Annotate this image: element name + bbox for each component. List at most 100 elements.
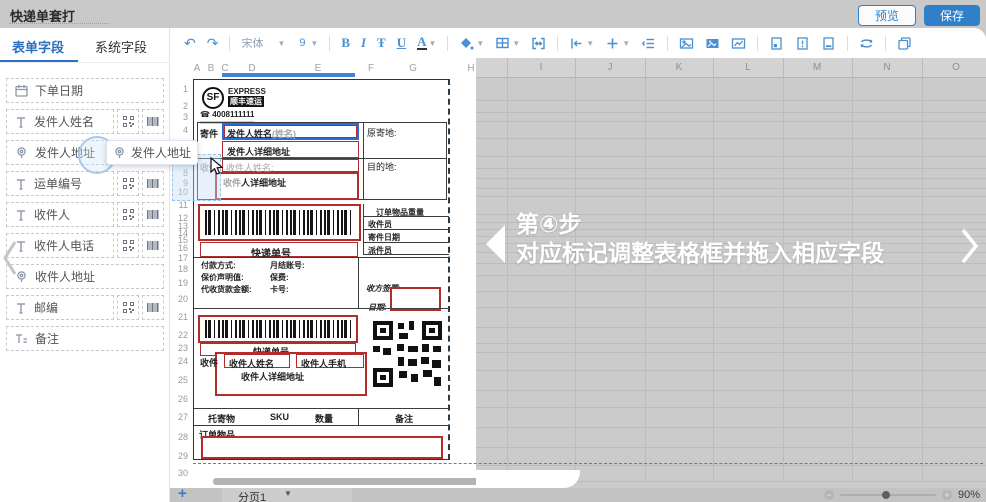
waybill2-barcode-cell[interactable] — [198, 315, 358, 343]
receiver2-addr: 收件人详细地址 — [241, 370, 304, 383]
column-header[interactable]: H — [467, 63, 474, 74]
tab-system-fields[interactable]: 系统字段 — [95, 37, 147, 56]
chevron-down-icon[interactable]: ▼ — [284, 489, 292, 498]
italic-button[interactable]: I — [361, 35, 366, 51]
collapse-sidebar-icon[interactable] — [1, 238, 19, 278]
label-template[interactable]: SF EXPRESS 顺丰速运 ☎ 4008111111 寄件 发件人姓名(姓名… — [193, 79, 450, 460]
qr-option-icon[interactable] — [117, 295, 139, 320]
sidebar-field[interactable]: 收件人地址 — [6, 264, 164, 289]
underline-button[interactable]: U — [397, 35, 406, 51]
qr-option-icon[interactable] — [117, 202, 139, 227]
barcode-option-icon[interactable] — [142, 233, 164, 258]
sidebar-field[interactable]: 收件人电话 — [6, 233, 114, 258]
receiver-address-cell[interactable]: 收件人详细地址 — [215, 172, 359, 200]
row-header[interactable]: 25 — [170, 375, 188, 385]
gridline — [476, 100, 986, 101]
barcode-option-icon[interactable] — [142, 171, 164, 196]
doc-color-icon[interactable] — [769, 36, 784, 51]
row-header[interactable]: 26 — [170, 394, 188, 404]
image-chart-icon[interactable] — [731, 36, 746, 51]
barcode-option-icon[interactable] — [142, 109, 164, 134]
design-canvas[interactable]: ABCDEFGH 1234678910111213141516171819202… — [170, 58, 476, 488]
next-step-arrow-icon[interactable] — [960, 227, 980, 265]
save-button[interactable]: 保存 — [924, 5, 980, 26]
prev-step-arrow-icon[interactable] — [486, 225, 505, 263]
add-page-button[interactable]: + — [178, 485, 187, 502]
row-header[interactable]: 11 — [170, 200, 188, 210]
column-header[interactable]: A — [194, 63, 201, 74]
undo-icon[interactable]: ↶ — [184, 35, 196, 52]
row-header[interactable]: 19 — [170, 278, 188, 288]
column-header[interactable]: B — [208, 63, 215, 74]
sidebar-field[interactable]: 运单编号 — [6, 171, 114, 196]
borders-icon[interactable]: ▼ — [495, 36, 520, 51]
insert-image-icon[interactable] — [679, 36, 694, 51]
column-header[interactable]: F — [368, 63, 374, 74]
row-header[interactable]: 27 — [170, 412, 188, 422]
row-header[interactable]: 3 — [170, 112, 188, 122]
receiver2-phone-cell[interactable]: 收件人手机 — [296, 354, 364, 368]
barcode-option-icon[interactable] — [142, 202, 164, 227]
waybill-barcode-cell[interactable] — [198, 204, 361, 241]
row-header[interactable]: 1 — [170, 84, 188, 94]
merge-cells-icon[interactable] — [531, 36, 546, 51]
row-header[interactable]: 17 — [170, 253, 188, 263]
font-color-button[interactable]: A▼ — [417, 36, 436, 50]
fill-color-icon[interactable]: ▼ — [459, 36, 484, 51]
qr-code — [371, 319, 444, 389]
zoom-knob[interactable] — [882, 491, 890, 499]
refresh-icon[interactable] — [859, 36, 874, 51]
order-items-cell[interactable] — [201, 436, 443, 459]
outdent-icon[interactable] — [641, 36, 656, 51]
qr-option-icon[interactable] — [117, 171, 139, 196]
sidebar-field[interactable]: 下单日期 — [6, 78, 164, 103]
tab-form-fields[interactable]: 表单字段 — [12, 37, 64, 56]
waybill-caption-cell[interactable]: 快递单号 — [200, 242, 358, 257]
strikethrough-button[interactable]: Ŧ — [377, 35, 386, 51]
column-header[interactable]: G — [409, 63, 417, 74]
sidebar-field-label: 收件人 — [34, 206, 70, 223]
sidebar-field[interactable]: 邮编 — [6, 295, 114, 320]
qr-option-icon[interactable] — [117, 109, 139, 134]
zoom-in-icon[interactable]: + — [942, 490, 952, 500]
row-header[interactable]: 2 — [170, 101, 188, 111]
page-tab[interactable]: 分页1 ▼ — [222, 488, 352, 502]
sidebar-field[interactable]: 发件人姓名 — [6, 109, 114, 134]
image-fill-icon[interactable] — [705, 36, 720, 51]
row-header[interactable]: 4 — [170, 125, 188, 135]
row-header[interactable]: 29 — [170, 451, 188, 461]
row-header[interactable]: 23 — [170, 343, 188, 353]
row-header[interactable]: 30 — [170, 468, 188, 478]
field-row: 收件人 — [6, 202, 164, 227]
row-header[interactable]: 22 — [170, 330, 188, 340]
location-icon — [15, 146, 28, 159]
row-header[interactable]: 28 — [170, 432, 188, 442]
insert-icon[interactable]: ▼ — [605, 36, 630, 51]
bold-button[interactable]: B — [341, 35, 350, 51]
font-family-select[interactable]: 宋体▼ — [241, 35, 285, 51]
font-size-select[interactable]: 9▼ — [296, 37, 318, 49]
row-header[interactable]: 21 — [170, 312, 188, 322]
doc-footer-icon[interactable] — [821, 36, 836, 51]
canvas-bottom-corner — [476, 470, 580, 488]
sender-address-cell[interactable]: 发件人详细地址 — [222, 141, 359, 158]
row-header[interactable]: 20 — [170, 294, 188, 304]
copy-icon[interactable] — [897, 36, 912, 51]
receiver2-name-cell[interactable]: 收件人姓名 — [224, 354, 290, 368]
row-header[interactable]: 18 — [170, 264, 188, 274]
zoom-slider[interactable] — [840, 494, 936, 496]
sender-name-cell[interactable]: 发件人姓名(姓名) — [222, 123, 359, 140]
receiver-name-cell[interactable]: 收件人姓名: — [222, 159, 359, 172]
barcode-option-icon[interactable] — [142, 295, 164, 320]
align-icon[interactable]: ▼ — [569, 36, 594, 51]
redo-icon[interactable]: ↷ — [207, 35, 219, 52]
row-header[interactable]: 24 — [170, 356, 188, 366]
doc-mark-icon[interactable] — [795, 36, 810, 51]
row-header[interactable]: 16 — [170, 243, 188, 253]
sidebar-field[interactable]: 备注 — [6, 326, 164, 351]
sidebar-field[interactable]: 收件人 — [6, 202, 114, 227]
preview-button[interactable]: 预览 — [858, 5, 916, 26]
zoom-out-icon[interactable]: − — [824, 490, 834, 500]
qr-option-icon[interactable] — [117, 233, 139, 258]
horizontal-scrollbar[interactable] — [213, 478, 513, 485]
